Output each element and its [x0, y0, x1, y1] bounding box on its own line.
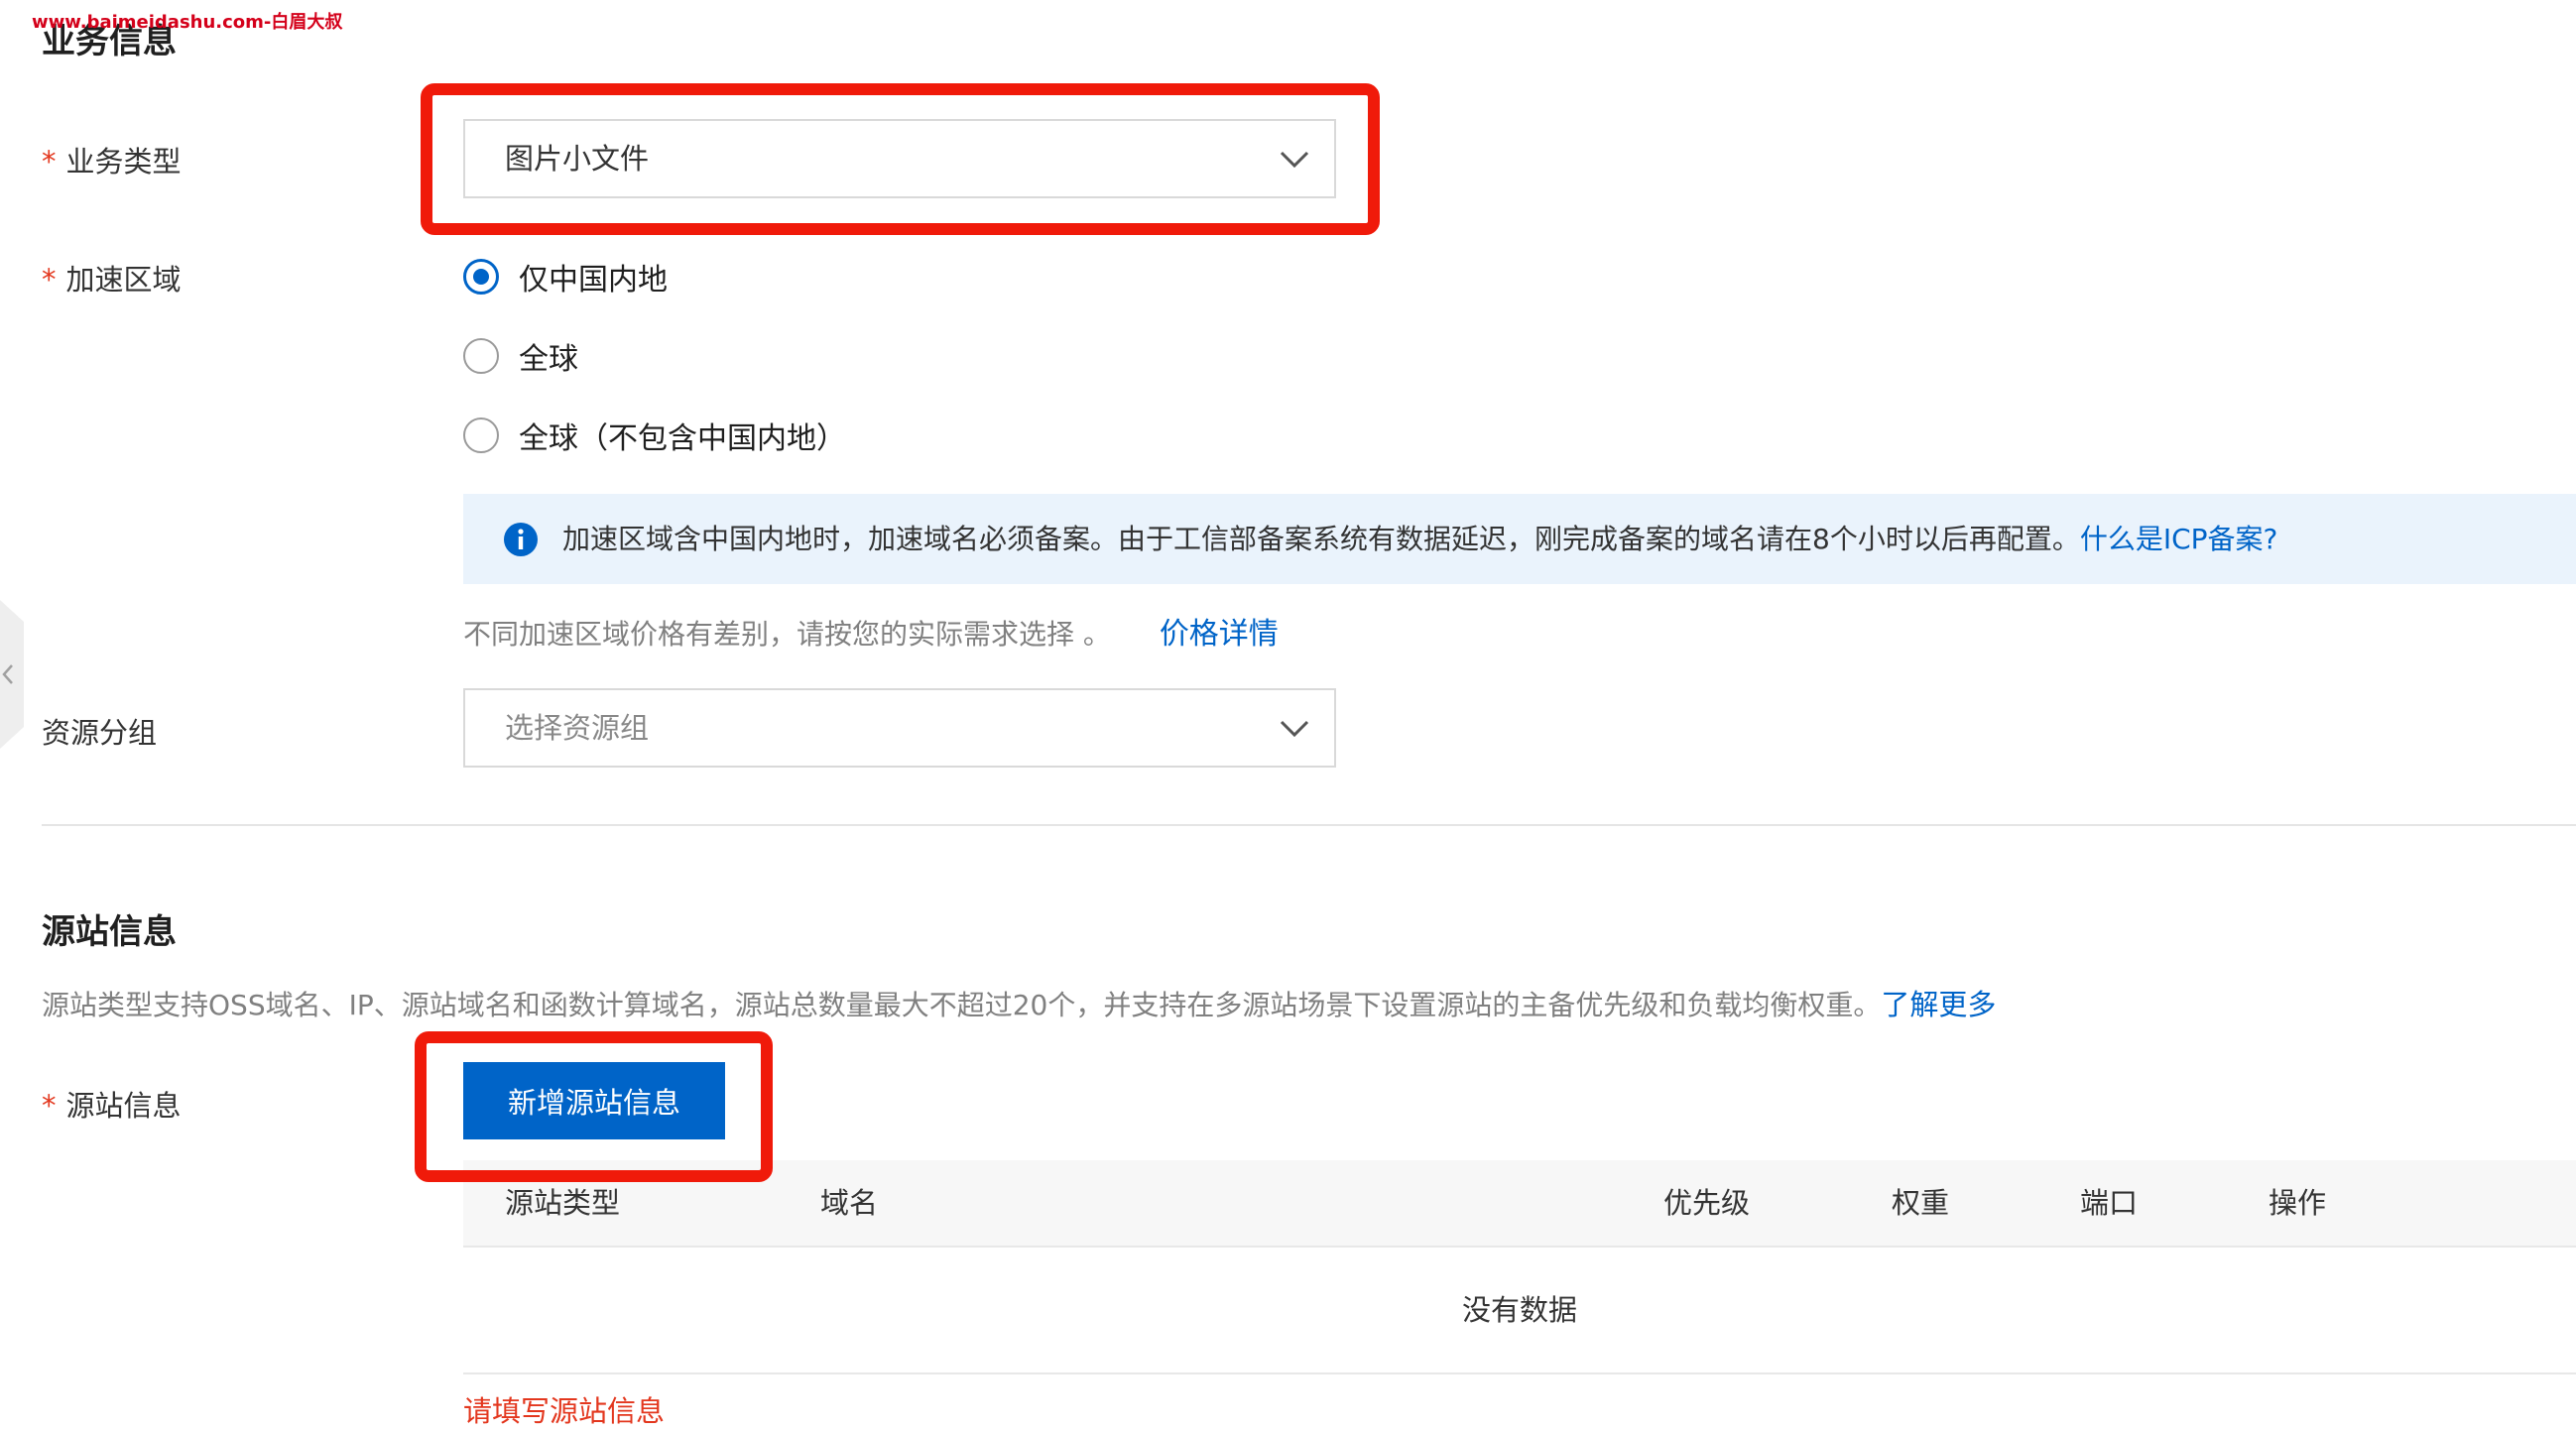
origin-table-body: 没有数据: [463, 1248, 2576, 1374]
price-details-link[interactable]: 价格详情: [1160, 617, 1279, 652]
radio-button-checked[interactable]: [463, 259, 499, 295]
chevron-down-icon: [1280, 720, 1309, 738]
column-header-weight: 权重: [1892, 1186, 1950, 1220]
column-header-domain: 域名: [820, 1186, 879, 1220]
column-header-priority: 优先级: [1663, 1186, 1751, 1220]
learn-more-link[interactable]: 了解更多: [1881, 988, 1996, 1021]
business-type-label: * 业务类型: [42, 145, 182, 179]
icp-notice: 加速区域含中国内地时，加速域名必须备案。由于工信部备案系统有数据延迟，刚完成备案…: [463, 494, 2576, 584]
acceleration-region-label: * 加速区域: [42, 263, 182, 297]
origin-description: 源站类型支持OSS域名、IP、源站域名和函数计算域名，源站总数量最大不超过20个…: [42, 988, 1997, 1021]
region-option-mainland[interactable]: 仅中国内地: [463, 255, 668, 298]
notice-text: 加速区域含中国内地时，加速域名必须备案。由于工信部备案系统有数据延迟，刚完成备案…: [562, 523, 2080, 555]
column-header-port: 端口: [2080, 1186, 2139, 1220]
watermark: www.baimeidashu.com-白眉大叔: [32, 12, 343, 33]
section-divider: [42, 824, 2576, 826]
resource-group-placeholder: 选择资源组: [505, 711, 650, 745]
info-icon: [504, 523, 538, 556]
annotation-highlight-add-origin: [415, 1031, 773, 1182]
chevron-left-icon: [0, 600, 24, 749]
region-option-global[interactable]: 全球: [463, 334, 578, 378]
resource-group-label: 资源分组: [42, 716, 158, 750]
region-option-global-excl-mainland[interactable]: 全球（不包含中国内地）: [463, 414, 846, 457]
required-star: *: [42, 263, 57, 297]
required-star: *: [42, 1089, 57, 1123]
origin-table-header: 源站类型 域名 优先级 权重 端口 操作: [463, 1160, 2576, 1248]
origin-validation-error: 请填写源站信息: [463, 1394, 666, 1428]
radio-button[interactable]: [463, 417, 499, 453]
radio-button[interactable]: [463, 338, 499, 374]
required-star: *: [42, 145, 57, 179]
origin-info-label: * 源站信息: [42, 1089, 182, 1123]
price-hint: 不同加速区域价格有差别，请按您的实际需求选择 。 价格详情: [463, 617, 1279, 652]
origin-section-title: 源站信息: [42, 912, 177, 952]
icp-link[interactable]: 什么是ICP备案?: [2080, 523, 2278, 555]
resource-group-select[interactable]: 选择资源组: [463, 688, 1336, 768]
annotation-highlight-business-type: [421, 83, 1380, 235]
table-empty-text: 没有数据: [1461, 1293, 1577, 1327]
sidebar-collapse-handle[interactable]: [0, 600, 24, 749]
column-header-actions: 操作: [2269, 1186, 2327, 1220]
